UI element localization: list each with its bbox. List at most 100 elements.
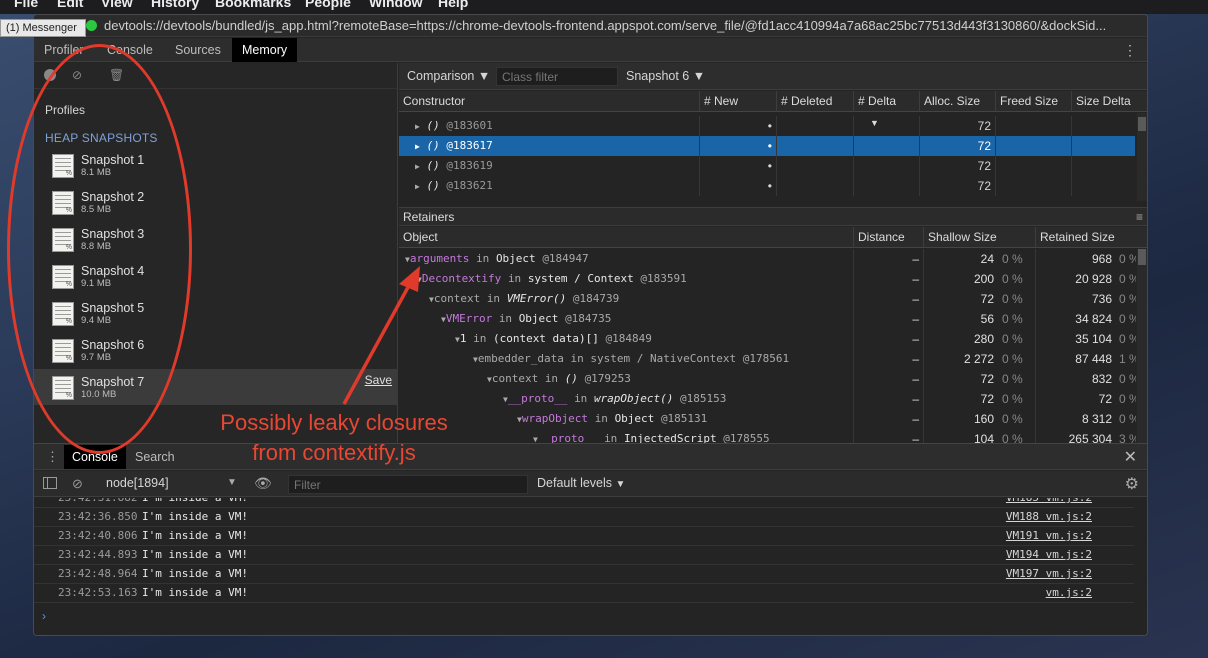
col-shallow-size[interactable]: Shallow Size — [923, 227, 1035, 248]
retainers-scrollbar[interactable] — [1137, 249, 1147, 443]
drawer-menu-icon[interactable]: ⋮ — [46, 449, 59, 465]
menu-window[interactable]: Window — [369, 0, 423, 10]
chevron-down-icon: ▼ — [477, 69, 491, 83]
menu-bookmarks[interactable]: Bookmarks — [215, 0, 291, 10]
drawer-tab-search[interactable]: Search — [127, 445, 183, 469]
tab-memory[interactable]: Memory — [232, 38, 298, 62]
drawer-tab-console[interactable]: Console — [64, 445, 126, 469]
retainer-row[interactable]: ▼wrapObject in Object @185131–160 0 % 8 31… — [399, 409, 1147, 429]
menu-history[interactable]: History — [151, 0, 199, 10]
retainer-row[interactable]: ▼1 in (context data)[] @184849–280 0 % 35 … — [399, 329, 1147, 349]
tab-sources[interactable]: Sources — [165, 38, 231, 62]
snapshot-select[interactable]: Snapshot 6 ▼ — [626, 69, 705, 83]
clear-console-icon[interactable]: ⊘ — [72, 476, 83, 492]
clear-icon[interactable]: ⊘ — [71, 69, 83, 81]
hamburger-icon[interactable]: ≡ — [1136, 210, 1143, 224]
retainer-distance: – — [853, 369, 923, 389]
snapshot-name: Snapshot 5 — [81, 301, 145, 315]
col-size-delta[interactable]: Size Delta — [1071, 91, 1147, 112]
constructor-row-selected[interactable]: ▶ () @183617 • 72 — [399, 136, 1135, 156]
snapshot-icon — [52, 228, 74, 252]
view-select[interactable]: Comparison ▼ — [407, 69, 490, 83]
retainer-row[interactable]: ▼arguments in Object @184947–240 %9680 % — [399, 249, 1147, 269]
menu-help[interactable]: Help — [438, 0, 468, 10]
expand-icon[interactable]: ▶ — [415, 142, 420, 151]
retainer-row[interactable]: ▼VMError in Object @184735–56 0 % 34 824 0 … — [399, 309, 1147, 329]
constructor-row[interactable]: ▶ () @183601 • 72 — [399, 116, 1135, 136]
col-deleted[interactable]: # Deleted — [776, 91, 853, 112]
save-link[interactable]: Save — [365, 373, 392, 387]
col-object[interactable]: Object — [399, 227, 853, 248]
log-source-link[interactable]: VM188 vm.js:2 — [1006, 508, 1092, 526]
menu-edit[interactable]: Edit — [57, 0, 83, 10]
trash-icon[interactable]: 🗑 — [109, 69, 124, 81]
snapshot-name: Snapshot 3 — [81, 227, 145, 241]
retainer-row[interactable]: ▼embedder_data in system / NativeContext… — [399, 349, 1147, 369]
log-source-link[interactable]: VM191 vm.js:2 — [1006, 527, 1092, 545]
tab-profiler[interactable]: Profiler — [34, 38, 94, 62]
col-freed-size[interactable]: Freed Size — [995, 91, 1071, 112]
expand-icon[interactable]: ▶ — [415, 162, 420, 171]
constructor-row[interactable]: ▶ () @183619 • 72 — [399, 156, 1135, 176]
log-row: 23:42:44.893 I'm inside a VM! VM194 vm.js:… — [34, 546, 1134, 565]
constructor-row[interactable]: ▶ () @183621 • 72 — [399, 176, 1135, 196]
annotation-text: Possibly leaky closures from contextify.… — [205, 408, 463, 468]
col-retained-size[interactable]: Retained Size — [1035, 227, 1147, 248]
log-source-link[interactable]: VM194 vm.js:2 — [1006, 546, 1092, 564]
record-icon[interactable] — [44, 69, 56, 81]
retainer-row[interactable]: ▼context in () @179253–720 %8320 % — [399, 369, 1147, 389]
scroll-thumb[interactable] — [1138, 249, 1146, 265]
eye-icon[interactable]: 👁 — [254, 475, 272, 492]
menu-view[interactable]: View — [101, 0, 133, 10]
log-source-link[interactable]: VM185 vm.js:2 — [1006, 498, 1092, 507]
view-select-value: Comparison — [407, 69, 475, 83]
retainer-row[interactable]: ▼Decontextify in system / Context @18359… — [399, 269, 1147, 289]
chevron-down-icon[interactable]: ▼ — [227, 477, 237, 488]
scroll-thumb[interactable] — [1138, 117, 1146, 131]
log-levels-select[interactable]: Default levels ▼ — [537, 476, 625, 490]
snapshot-item[interactable]: Snapshot 3 8.8 MB — [34, 221, 398, 257]
retainer-shallow-pct: 0 % — [1002, 332, 1023, 346]
retainer-shallow-pct: 0 % — [1002, 252, 1023, 266]
col-constructor[interactable]: Constructor — [399, 91, 699, 112]
log-source-link[interactable]: vm.js:2 — [1046, 584, 1092, 602]
retainer-shallow: 200 — [923, 269, 998, 289]
snapshot-icon — [52, 154, 74, 178]
snapshot-icon — [52, 191, 74, 215]
sidebar-toggle-icon[interactable] — [43, 477, 57, 489]
retainer-in: in — [570, 352, 584, 365]
row-new: • — [699, 156, 776, 176]
snapshot-item[interactable]: Snapshot 4 9.1 MB — [34, 258, 398, 294]
snapshot-item[interactable]: Snapshot 5 9.4 MB — [34, 295, 398, 331]
constructor-scrollbar[interactable] — [1137, 113, 1147, 201]
context-select[interactable]: node[1894] — [106, 476, 169, 490]
snapshot-size: 9.4 MB — [81, 315, 112, 326]
class-filter-input[interactable] — [496, 67, 618, 86]
console-filter-input[interactable] — [288, 475, 528, 494]
expand-icon[interactable]: ▶ — [415, 122, 420, 131]
gear-icon[interactable]: ⚙ — [1125, 474, 1139, 494]
tab-console[interactable]: Console — [97, 38, 163, 62]
snapshot-item[interactable]: Snapshot 1 8.1 MB — [34, 147, 398, 183]
retainer-id: @185153 — [680, 392, 727, 405]
snapshot-item[interactable]: Snapshot 6 9.7 MB — [34, 332, 398, 368]
more-menu-icon[interactable]: ⋮ — [1123, 42, 1137, 59]
heap-view: Comparison ▼ Snapshot 6 ▼ Constructor # … — [399, 63, 1147, 469]
close-icon[interactable]: ✕ — [1124, 447, 1137, 467]
snapshot-item-selected[interactable]: Snapshot 7 10.0 MB Save — [34, 369, 398, 405]
maximize-icon[interactable] — [86, 20, 97, 31]
retainer-row[interactable]: ▼context in VMError() @184739–72 0 % 736 0 … — [399, 289, 1147, 309]
col-alloc-size[interactable]: Alloc. Size — [919, 91, 995, 112]
console-prompt-icon[interactable]: › — [42, 609, 46, 623]
retainer-row[interactable]: ▼__proto__ in wrapObject() @185153–72 0 %… — [399, 389, 1147, 409]
col-distance[interactable]: Distance — [853, 227, 923, 248]
messenger-badge[interactable]: (1) Messenger — [0, 19, 86, 37]
col-new[interactable]: # New — [699, 91, 776, 112]
expand-icon[interactable]: ▶ — [415, 182, 420, 191]
menu-people[interactable]: People — [305, 0, 351, 10]
col-delta[interactable]: # Delta ▼ — [853, 91, 919, 128]
log-source-link[interactable]: VM197 vm.js:2 — [1006, 565, 1092, 583]
snapshot-item[interactable]: Snapshot 2 8.5 MB — [34, 184, 398, 220]
menu-file[interactable]: File — [14, 0, 38, 10]
retainer-retained-pct: 1 % — [1119, 352, 1136, 366]
